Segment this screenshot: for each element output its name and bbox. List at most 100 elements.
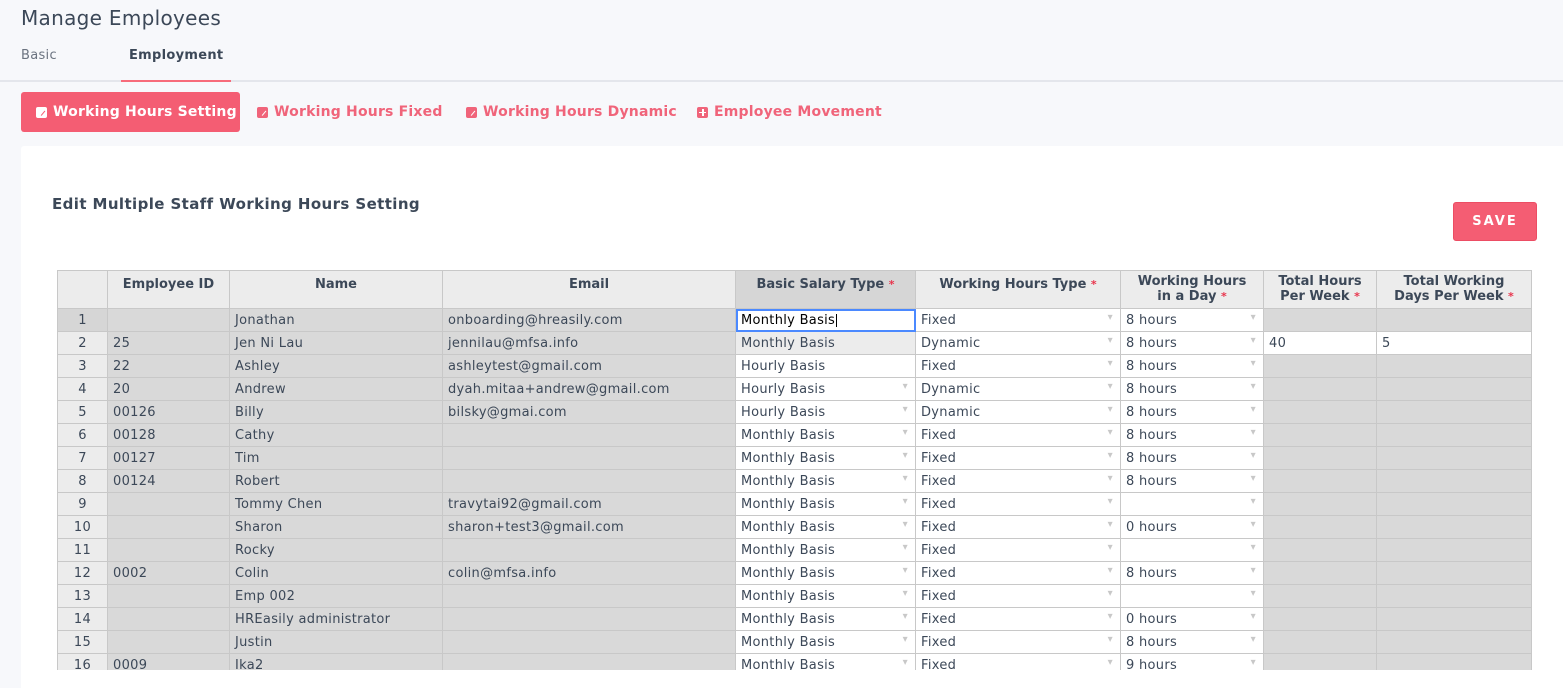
cell-working-hours-type[interactable]: Fixed	[915, 561, 1121, 585]
cell-working-hours-type[interactable]: Dynamic	[915, 377, 1121, 401]
cell-email: dyah.mitaa+andrew@gmail.com	[442, 377, 736, 401]
cell-employee-id: 20	[107, 377, 230, 401]
cell-working-hours-in-a-day[interactable]: 8 hours	[1120, 400, 1264, 424]
cell-working-hours-in-a-day[interactable]: 8 hours	[1120, 354, 1264, 378]
row-number: 11	[57, 538, 108, 562]
row-number: 16	[57, 653, 108, 670]
cell-total-working-days-per-week	[1376, 469, 1532, 493]
cell-working-hours-type[interactable]: Fixed	[915, 538, 1121, 562]
cell-email	[442, 469, 736, 493]
cell-working-hours-type[interactable]: Dynamic	[915, 400, 1121, 424]
cell-name: Billy	[229, 400, 443, 424]
cell-total-hours-per-week	[1263, 446, 1377, 470]
cell-name: Emp 002	[229, 584, 443, 608]
cell-basic-salary-type[interactable]: Monthly Basis	[735, 561, 916, 585]
cell-working-hours-in-a-day[interactable]: 8 hours	[1120, 308, 1264, 332]
cell-basic-salary-type[interactable]: Monthly Basis	[735, 446, 916, 470]
cell-total-working-days-per-week	[1376, 377, 1532, 401]
cell-working-hours-type[interactable]: Fixed	[915, 423, 1121, 447]
cell-working-hours-in-a-day[interactable]: 8 hours	[1120, 630, 1264, 654]
cell-total-working-days-per-week	[1376, 538, 1532, 562]
row-number: 9	[57, 492, 108, 516]
cell-working-hours-type[interactable]: Fixed	[915, 584, 1121, 608]
cell-working-hours-in-a-day[interactable]	[1120, 584, 1264, 608]
cell-employee-id: 0002	[107, 561, 230, 585]
cell-employee-id	[107, 515, 230, 539]
cell-working-hours-type[interactable]: Fixed	[915, 354, 1121, 378]
header-working-hours-type: Working Hours Type *	[915, 270, 1121, 309]
cell-total-hours-per-week	[1263, 607, 1377, 631]
cell-basic-salary-type[interactable]: Monthly Basis	[735, 538, 916, 562]
cell-name: Ika2	[229, 653, 443, 670]
subtab-working-hours-dynamic[interactable]: Working Hours Dynamic	[466, 92, 677, 132]
cell-basic-salary-type[interactable]: Monthly Basis	[735, 469, 916, 493]
save-button[interactable]: SAVE	[1453, 202, 1537, 241]
cell-working-hours-in-a-day[interactable]: 8 hours	[1120, 561, 1264, 585]
cell-basic-salary-type[interactable]: Hourly Basis	[735, 354, 916, 378]
cell-working-hours-in-a-day[interactable]: 8 hours	[1120, 331, 1264, 355]
table-row: 4 20 Andrew dyah.mitaa+andrew@gmail.com Hour…	[57, 377, 1532, 401]
cell-employee-id	[107, 630, 230, 654]
table-row: 600128Cathy Monthly BasisFixed8 hours	[57, 423, 1532, 447]
cell-working-hours-type[interactable]: Dynamic	[915, 331, 1121, 355]
cell-working-hours-in-a-day[interactable]: 8 hours	[1120, 469, 1264, 493]
cell-working-hours-in-a-day[interactable]: 0 hours	[1120, 515, 1264, 539]
cell-working-hours-type[interactable]: Fixed	[915, 653, 1121, 670]
cell-total-working-days-per-week	[1376, 653, 1532, 670]
tab-basic[interactable]: Basic	[21, 48, 57, 80]
cell-basic-salary-type[interactable]: Monthly Basis	[735, 308, 916, 332]
subtab-working-hours-setting[interactable]: Working Hours Setting	[21, 92, 240, 132]
cell-working-hours-type[interactable]: Fixed	[915, 607, 1121, 631]
cell-basic-salary-type[interactable]: Monthly Basis	[735, 607, 916, 631]
cell-basic-salary-type[interactable]: Monthly Basis	[735, 653, 916, 670]
cell-total-hours-per-week	[1263, 400, 1377, 424]
table-row: 15 Justin Monthly BasisFixed8 hours	[57, 630, 1532, 654]
row-number: 3	[57, 354, 108, 378]
cell-working-hours-in-a-day[interactable]: 0 hours	[1120, 607, 1264, 631]
cell-total-hours-per-week	[1263, 538, 1377, 562]
table-row: 2 25 Jen Ni Lau jennilau@mfsa.info Monthly B…	[57, 331, 1532, 355]
cell-working-hours-in-a-day[interactable]: 8 hours	[1120, 423, 1264, 447]
cell-working-hours-in-a-day[interactable]: 9 hours	[1120, 653, 1264, 670]
cell-basic-salary-type[interactable]: Monthly Basis	[735, 584, 916, 608]
subtab-working-hours-fixed[interactable]: Working Hours Fixed	[257, 92, 443, 132]
cell-basic-salary-type[interactable]: Monthly Basis	[735, 423, 916, 447]
cell-basic-salary-type[interactable]: Hourly Basis	[735, 377, 916, 401]
cell-basic-salary-type[interactable]: Monthly Basis	[735, 630, 916, 654]
cell-working-hours-type[interactable]: Fixed	[915, 630, 1121, 654]
header-total-working-days-per-week: Total Working Days Per Week *	[1376, 270, 1532, 309]
text-caret	[836, 313, 838, 327]
table-row: 11 Rocky Monthly BasisFixed	[57, 538, 1532, 562]
subtab-employee-movement[interactable]: Employee Movement	[697, 92, 882, 132]
cell-working-hours-type[interactable]: Fixed	[915, 492, 1121, 516]
row-number: 6	[57, 423, 108, 447]
cell-email	[442, 423, 736, 447]
cell-total-hours-per-week	[1263, 354, 1377, 378]
header-total-hours-per-week: Total Hours Per Week *	[1263, 270, 1377, 309]
cell-total-working-days-per-week[interactable]: 5	[1376, 331, 1532, 355]
cell-working-hours-in-a-day[interactable]: 8 hours	[1120, 377, 1264, 401]
cell-working-hours-in-a-day[interactable]	[1120, 492, 1264, 516]
cell-total-working-days-per-week	[1376, 630, 1532, 654]
cell-email	[442, 630, 736, 654]
tab-employment[interactable]: Employment	[120, 48, 232, 82]
cell-working-hours-type[interactable]: Fixed	[915, 515, 1121, 539]
cell-working-hours-in-a-day[interactable]	[1120, 538, 1264, 562]
header-label: in a Day	[1157, 289, 1217, 304]
table-row: 1 Jonathan onboarding@hreasily.com Monthly …	[57, 308, 1532, 332]
edit-icon	[466, 106, 477, 118]
cell-working-hours-in-a-day[interactable]: 8 hours	[1120, 446, 1264, 470]
cell-total-hours-per-week[interactable]: 40	[1263, 331, 1377, 355]
table-row: 10 Sharon sharon+test3@gmail.com Monthly Ba…	[57, 515, 1532, 539]
cell-employee-id	[107, 538, 230, 562]
cell-working-hours-type[interactable]: Fixed	[915, 446, 1121, 470]
cell-basic-salary-type[interactable]: Monthly Basis	[735, 492, 916, 516]
cell-basic-salary-type[interactable]: Hourly Basis	[735, 400, 916, 424]
cell-basic-salary-type[interactable]: Monthly Basis	[735, 331, 916, 355]
cell-email: travytai92@gmail.com	[442, 492, 736, 516]
cell-working-hours-type[interactable]: Fixed	[915, 469, 1121, 493]
cell-working-hours-type[interactable]: Fixed	[915, 308, 1121, 332]
page-title: Manage Employees	[21, 6, 222, 30]
cell-basic-salary-type[interactable]: Monthly Basis	[735, 515, 916, 539]
table-row: 500126Billybilsky@gmai.comHourly BasisDy…	[57, 400, 1532, 424]
